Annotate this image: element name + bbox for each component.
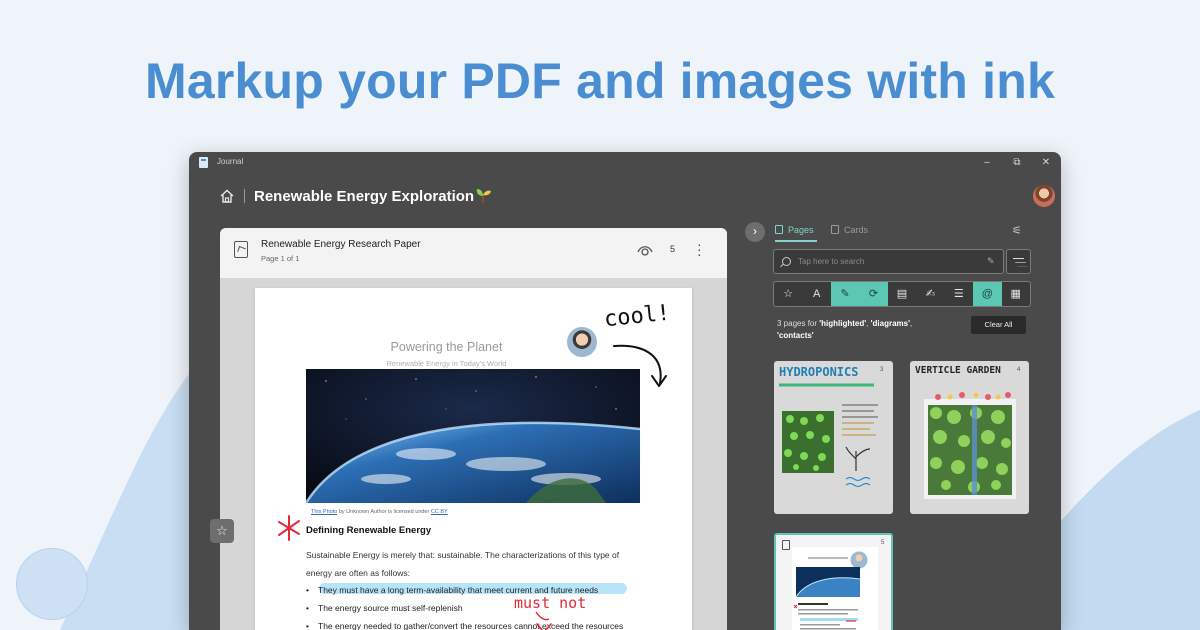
pdf-icon[interactable]: ▤ (888, 282, 916, 306)
star-icon[interactable]: ☆ (774, 282, 802, 306)
photo-credit: This Photo by Unknown Author is licensed… (311, 509, 448, 515)
home-icon[interactable] (219, 188, 235, 204)
sprout-icon (476, 189, 491, 203)
document-header: Renewable Energy Research Paper Page 1 o… (220, 228, 727, 278)
tab-cards-label: Cards (844, 225, 869, 235)
view-settings-icon[interactable]: ⚟ (1012, 224, 1026, 237)
user-avatar[interactable] (1033, 185, 1055, 207)
app-icon (199, 157, 208, 168)
notebook-header: Renewable Energy Exploration (189, 180, 1061, 214)
tab-pages[interactable]: Pages (775, 225, 814, 235)
view-count: 5 (670, 244, 676, 254)
search-icon (782, 257, 791, 266)
clear-all-button[interactable]: Clear All (971, 316, 1026, 334)
hydroponics-sketch (779, 383, 878, 488)
maximize-button[interactable]: ⧉ (1007, 155, 1027, 171)
favorite-button[interactable]: ☆ (210, 519, 234, 543)
section-body: Sustainable Energy is merely that: susta… (306, 550, 620, 578)
ink-search-icon[interactable]: ✎ (987, 256, 997, 266)
highlighter-icon[interactable]: ✎ (830, 282, 860, 306)
author-photo (566, 326, 598, 358)
title-bar: Journal – ⧉ ✕ (189, 152, 1061, 174)
search-input[interactable] (798, 254, 978, 269)
section-title: Defining Renewable Energy (306, 525, 432, 536)
ink-cool: cool! (602, 300, 672, 333)
earth-image (306, 369, 640, 503)
headline: Markup your PDF and images with ink (145, 53, 1055, 109)
bullet-item: The energy source must self-replenish (306, 603, 463, 613)
document-name: Renewable Energy Research Paper (261, 239, 421, 250)
minimize-button[interactable]: – (977, 155, 997, 171)
calendar-icon[interactable]: ▦ (1002, 282, 1030, 306)
list-icon[interactable]: ☰ (945, 282, 973, 306)
bullet-item: The energy needed to gather/convert the … (306, 621, 623, 630)
page-indicator: Page 1 of 1 (261, 254, 300, 263)
filter-toolbar: ☆ A ✎ ⟳ ▤ ✍ ☰ @ ▦ (773, 281, 1031, 307)
form-icon[interactable]: ✍ (916, 282, 944, 306)
page-thumbnail[interactable]: VERTICLE GARDEN 4 (910, 361, 1029, 514)
contact-icon[interactable]: @ (973, 282, 1002, 306)
asterisk-ink (278, 515, 300, 541)
app-window: Journal – ⧉ ✕ Renewable Energy Explorati… (189, 152, 1061, 630)
page-subtitle: Renewable Energy in Today's World (386, 359, 507, 368)
search-box: ✎ (773, 249, 1004, 274)
decorative-circle (16, 548, 88, 620)
document-panel: Renewable Energy Research Paper Page 1 o… (220, 228, 727, 630)
diagram-icon[interactable]: ⟳ (859, 282, 888, 306)
header-separator (244, 189, 245, 203)
results-prefix: 3 pages for (777, 319, 820, 328)
pages-icon (775, 225, 783, 234)
ink-must-not: must not (514, 594, 587, 612)
more-options-icon[interactable]: · · · (697, 237, 702, 261)
collapse-panel-button[interactable]: › (745, 222, 765, 242)
result-term: 'highlighted' (819, 319, 867, 328)
filter-button[interactable] (1006, 249, 1031, 274)
credit-text: by Unknown Author is licensed under (337, 509, 431, 515)
result-term: 'diagrams' (870, 319, 910, 328)
tab-pages-label: Pages (788, 225, 814, 235)
page-thumbnail[interactable]: HYDROPONICS 3 (774, 361, 893, 514)
notebook-title: Renewable Energy Exploration (254, 188, 475, 205)
pdf-page[interactable]: Powering the Planet Renewable Energy in … (255, 288, 692, 630)
text-icon[interactable]: A (802, 282, 830, 306)
pdf-icon (234, 241, 248, 258)
app-name: Journal (217, 157, 244, 166)
vertical-garden-sketch (924, 392, 1016, 499)
close-button[interactable]: ✕ (1036, 155, 1056, 171)
search-results-summary: 3 pages for 'highlighted', 'diagrams','c… (777, 319, 913, 340)
research-paper-preview (792, 547, 878, 630)
active-tab-indicator (775, 240, 817, 242)
photo-link[interactable]: This Photo (311, 509, 337, 515)
tab-cards[interactable]: Cards (831, 225, 868, 235)
cards-icon (831, 225, 839, 234)
page-thumbnail[interactable]: 5 (774, 533, 893, 630)
result-term: 'contacts' (777, 331, 814, 340)
license-link[interactable]: CC BY (431, 509, 448, 515)
view-icon[interactable] (637, 243, 653, 257)
